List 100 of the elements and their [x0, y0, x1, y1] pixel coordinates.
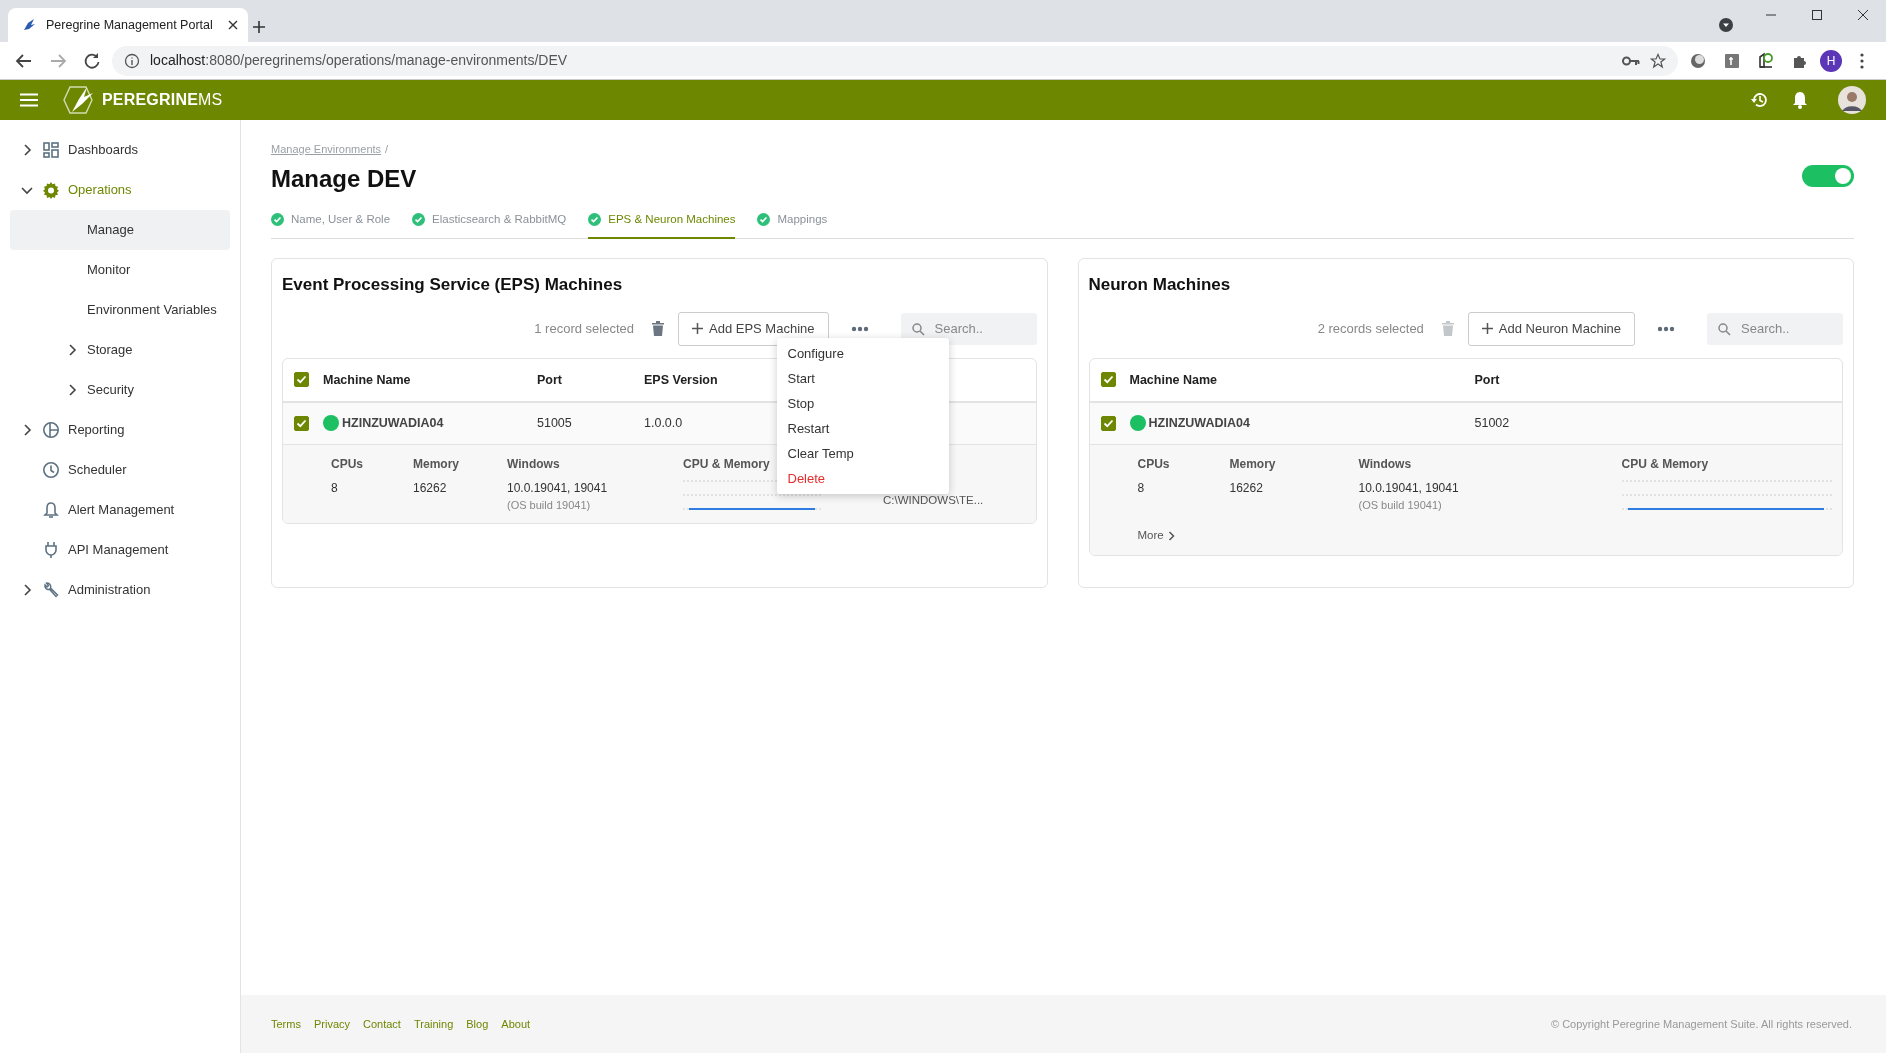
search-icon	[911, 322, 925, 336]
wrench-icon	[42, 581, 60, 599]
breadcrumb-separator: /	[385, 143, 389, 155]
maximize-icon[interactable]	[1812, 10, 1822, 20]
table-cell-text: 51005	[537, 415, 573, 433]
menu-item[interactable]: Delete	[776, 465, 949, 491]
menu-icon[interactable]	[20, 93, 38, 107]
close-icon[interactable]	[1858, 10, 1868, 20]
key-icon[interactable]	[1622, 54, 1640, 67]
selection-count: 2 records selected	[1317, 320, 1424, 339]
footer-link[interactable]: Contact	[363, 1015, 401, 1033]
detail-note: (OS build 19041)	[1358, 497, 1443, 513]
checkbox[interactable]	[1100, 415, 1116, 431]
gear-icon	[42, 181, 60, 199]
footer-link[interactable]: Privacy	[313, 1015, 350, 1033]
footer-link[interactable]: Training	[413, 1015, 454, 1033]
checkbox[interactable]	[1100, 372, 1116, 388]
more-link[interactable]: More	[1137, 527, 1175, 545]
checkmark-icon	[1102, 417, 1114, 429]
detail-value: 10.0.19041, 19041	[507, 479, 609, 497]
table-cell-text: HZINZUWADIA04	[1148, 415, 1250, 433]
sidebar-item[interactable]: Operations	[10, 170, 230, 210]
column-header: Machine Name	[1129, 371, 1219, 389]
table-cell-text: HZINZUWADIA04	[342, 415, 444, 433]
url-text: localhost:8080/peregrinems/operations/manage-environments/DEV	[150, 51, 569, 70]
dropdown-icon[interactable]	[1718, 17, 1734, 33]
profile-avatar[interactable]: H	[1820, 49, 1842, 72]
brand-name[interactable]: PEREGRINEMS	[102, 88, 223, 112]
browser-tab[interactable]: Peregrine Management Portal	[8, 8, 248, 42]
card-title: Neuron Machines	[1088, 274, 1232, 295]
selection-count: 1 record selected	[534, 320, 634, 339]
footer-link[interactable]: Terms	[271, 1015, 301, 1033]
column-header: EPS Version	[644, 371, 718, 389]
detail-value: 8	[1137, 479, 1146, 497]
copyright-text: © Copyright Peregrine Management Suite. All rights reserved.	[1551, 1016, 1852, 1032]
new-tab-icon[interactable]	[252, 20, 266, 34]
info-icon	[124, 52, 140, 69]
sidebar-item[interactable]: Environment Variables	[10, 290, 230, 330]
plus-icon	[1481, 323, 1493, 335]
search-field[interactable]: Search..	[900, 312, 1037, 345]
checkbox[interactable]	[294, 372, 309, 388]
address-bar[interactable]: localhost:8080/peregrinems/operations/manage-environments/DEV	[112, 45, 1678, 76]
table-cell-text: 51002	[1474, 415, 1510, 433]
detail-label: Memory	[1229, 455, 1277, 473]
detail-label: Memory	[413, 455, 460, 473]
search-field[interactable]: Search..	[1707, 312, 1843, 345]
table-row[interactable]: HZINZUWADIA04 51002	[1089, 402, 1842, 445]
check-circle-icon	[271, 213, 284, 227]
table-cell-text: 1.0.0.0	[644, 415, 683, 433]
grid-icon	[42, 141, 60, 159]
check-circle-icon	[588, 213, 602, 227]
menu-item[interactable]: Restart	[776, 415, 949, 441]
page-title: Manage DEV	[271, 164, 417, 194]
sidebar-item[interactable]: Dashboards	[10, 130, 230, 170]
pie-chart-icon	[42, 421, 60, 439]
chevron-right-icon	[1167, 531, 1175, 542]
footer-link[interactable]: About	[501, 1015, 531, 1033]
checkmark-icon	[296, 374, 307, 386]
plug-icon	[42, 541, 60, 559]
column-header: Port	[1474, 371, 1500, 389]
detail-value: 16262	[413, 479, 448, 497]
footer-link[interactable]: Blog	[466, 1015, 489, 1033]
sidebar-item[interactable]: Manage	[10, 210, 230, 250]
star-icon[interactable]	[1650, 52, 1666, 69]
chart-label: CPU & Memory	[1621, 455, 1709, 473]
detail-label: Windows	[507, 455, 561, 473]
close-icon[interactable]	[228, 20, 238, 30]
detail-label: CPUs	[331, 455, 364, 473]
detail-label: CPUs	[1137, 455, 1171, 473]
sidebar-item[interactable]: Security	[10, 370, 230, 410]
tab-title: Peregrine Management Portal	[46, 16, 214, 34]
bell-icon	[42, 501, 60, 519]
trash-icon[interactable]	[652, 321, 664, 337]
sidebar-item[interactable]: Scheduler	[10, 450, 230, 490]
checkmark-icon	[296, 417, 307, 429]
environment-toggle[interactable]	[1802, 164, 1854, 187]
menu-item[interactable]: Start	[776, 365, 949, 391]
step-tab[interactable]: EPS & Neuron Machines	[588, 207, 736, 239]
sidebar-item[interactable]: API Management	[10, 530, 230, 570]
add-machine-button[interactable]: Add Neuron Machine	[1467, 312, 1635, 346]
detail-value: 8	[331, 479, 339, 497]
bell-icon[interactable]	[1792, 91, 1808, 109]
detail-label: Windows	[1358, 455, 1413, 473]
sidebar-item[interactable]: Reporting	[10, 410, 230, 450]
sidebar-item[interactable]: Storage	[10, 330, 230, 370]
sidebar-item[interactable]: Alert Management	[10, 490, 230, 530]
history-icon[interactable]	[1750, 91, 1768, 109]
sidebar-item[interactable]: Monitor	[10, 250, 230, 290]
plus-icon	[692, 323, 703, 335]
sidebar-item[interactable]: Administration	[10, 570, 230, 610]
user-avatar[interactable]	[1838, 86, 1866, 114]
checkbox[interactable]	[294, 415, 309, 431]
detail-note: (OS build 19041)	[507, 497, 592, 513]
bird-icon	[22, 18, 36, 32]
search-icon	[1718, 322, 1731, 336]
add-machine-button[interactable]: Add EPS Machine	[678, 312, 829, 346]
clock-icon	[42, 461, 60, 479]
detail-value: 10.0.19041, 19041	[1358, 479, 1460, 497]
detail-value: 16262	[1229, 479, 1264, 497]
chart-label: CPU & Memory	[683, 455, 770, 473]
